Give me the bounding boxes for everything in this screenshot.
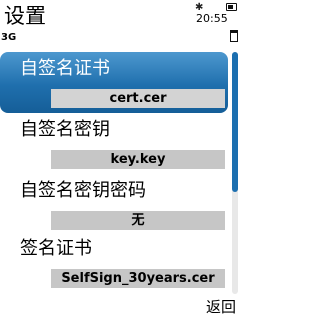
setting-label: 自签名密钥 bbox=[20, 119, 110, 140]
signal-icon bbox=[230, 30, 238, 42]
setting-item-self-signed-cert[interactable]: 自签名证书 cert.cer bbox=[0, 52, 228, 113]
setting-value: key.key bbox=[51, 150, 225, 169]
setting-value: SelfSign_30years.cer bbox=[51, 269, 225, 288]
scrollbar[interactable] bbox=[232, 52, 238, 294]
setting-item-key-password[interactable]: 自签名密钥密码 无 bbox=[0, 174, 230, 235]
softkey-bar: 返回 bbox=[0, 296, 240, 320]
setting-label: 签名证书 bbox=[20, 238, 92, 259]
settings-list: 自签名证书 cert.cer 自签名密钥 key.key 自签名密钥密码 无 签… bbox=[0, 52, 230, 292]
screen-title: 设置 bbox=[4, 4, 46, 28]
battery-icon bbox=[226, 3, 237, 11]
setting-item-self-signed-key[interactable]: 自签名密钥 key.key bbox=[0, 113, 230, 174]
setting-label: 自签名证书 bbox=[20, 58, 110, 79]
setting-value: 无 bbox=[51, 211, 225, 230]
back-softkey[interactable]: 返回 bbox=[206, 296, 236, 318]
setting-value: cert.cer bbox=[51, 89, 225, 108]
network-indicator: 3G bbox=[1, 32, 17, 43]
status-bar: 设置 ✱ 20:55 3G bbox=[0, 0, 240, 43]
scroll-thumb[interactable] bbox=[232, 52, 238, 192]
setting-label: 自签名密钥密码 bbox=[20, 180, 146, 201]
clock-time: 20:55 bbox=[196, 12, 228, 25]
setting-item-signing-cert[interactable]: 签名证书 SelfSign_30years.cer bbox=[0, 232, 230, 293]
